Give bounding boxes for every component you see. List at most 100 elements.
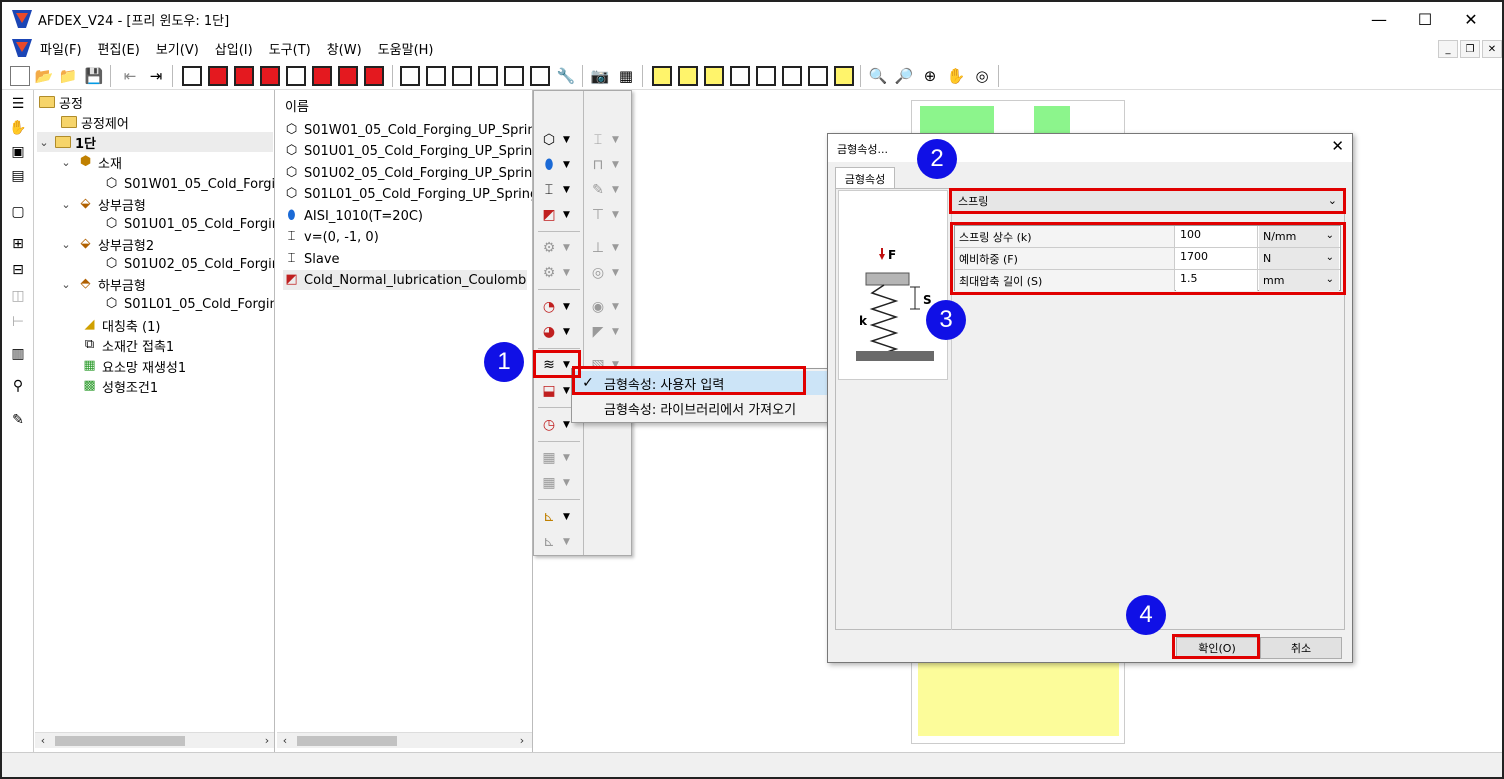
friction-tool-button[interactable]: ◩ ▼: [539, 204, 581, 226]
tree-item-forming-condition[interactable]: ▩ 성형조건1: [81, 376, 158, 396]
material-tool-button[interactable]: ⬮ ▼: [539, 154, 581, 176]
view-cube-4-icon[interactable]: [260, 66, 280, 86]
tree-item-stage-1[interactable]: ⌄ 1단: [37, 132, 273, 152]
rotate-1-icon[interactable]: [400, 66, 420, 86]
tree-item-upper-die[interactable]: ⌄ ⬙ 상부금형: [59, 194, 145, 214]
list-item[interactable]: ⬡ S01U02_05_Cold_Forging_UP_Spring: [283, 163, 532, 183]
chevron-down-icon[interactable]: ⌄: [59, 278, 73, 291]
list-item[interactable]: ⌶ v=(0, -1, 0): [283, 227, 379, 247]
display-icon[interactable]: ▤: [8, 166, 28, 186]
tree-item-lower-die-mesh[interactable]: ⬡ S01L01_05_Cold_Forgin: [103, 294, 274, 314]
layout-2-icon[interactable]: ⊟: [8, 260, 28, 280]
checklist-icon[interactable]: ✎: [8, 410, 28, 430]
tree-item-process-control[interactable]: 공정제어: [61, 112, 129, 132]
view-cube-6-icon[interactable]: [312, 66, 332, 86]
scroll-thumb[interactable]: [297, 736, 397, 746]
boundary-tool-button[interactable]: ⊾ ▼: [539, 506, 581, 528]
tree-item-symmetry[interactable]: ◢ 대칭축 (1): [81, 315, 161, 335]
menu-file[interactable]: 파일(F): [40, 39, 82, 58]
view-cube-5-icon[interactable]: [286, 66, 306, 86]
open-file-icon[interactable]: 📁: [58, 66, 78, 86]
bar-chart-icon[interactable]: ▥: [8, 344, 28, 364]
display-cube-5-icon[interactable]: [756, 66, 776, 86]
camera-icon[interactable]: 📷: [590, 66, 610, 86]
list-item[interactable]: ⬡ S01U01_05_Cold_Forging_UP_Spring: [283, 141, 532, 161]
mdi-minimize-button[interactable]: _: [1438, 40, 1458, 58]
display-cube-2-icon[interactable]: [678, 66, 698, 86]
close-button[interactable]: ✕: [1448, 2, 1494, 36]
rotate-2-icon[interactable]: [426, 66, 446, 86]
menu-insert[interactable]: 삽입(I): [215, 39, 253, 58]
chevron-down-icon[interactable]: ⌄: [59, 238, 73, 251]
tab-die-property[interactable]: 금형속성: [835, 167, 895, 189]
hand-icon[interactable]: ✋: [8, 118, 28, 138]
list-item[interactable]: ⬡ S01W01_05_Cold_Forging_UP_Spring: [283, 120, 532, 140]
scroll-left-icon[interactable]: ‹: [35, 733, 51, 749]
contact-tool-button[interactable]: ◔ ▼: [539, 296, 581, 318]
column-header-name[interactable]: 이름: [285, 96, 309, 115]
menu-item-import-library[interactable]: 금형속성: 라이브러리에서 가져오기: [572, 396, 827, 420]
press-tool-button[interactable]: ⌶ ▼: [539, 179, 581, 201]
scroll-left-icon[interactable]: ‹: [277, 733, 293, 749]
display-cube-6-icon[interactable]: [782, 66, 802, 86]
menu-tools[interactable]: 도구(T): [269, 39, 311, 58]
zoom-out-icon[interactable]: 🔍: [868, 66, 888, 86]
tree-item-upper-die-2-mesh[interactable]: ⬡ S01U02_05_Cold_Forgin: [103, 254, 274, 274]
tree-horizontal-scrollbar[interactable]: ‹ ›: [35, 732, 274, 749]
menu-window[interactable]: 창(W): [327, 39, 362, 58]
rotate-5-icon[interactable]: [504, 66, 524, 86]
tree-view-icon[interactable]: ☰: [8, 94, 28, 114]
rotate-3-icon[interactable]: [452, 66, 472, 86]
minimize-button[interactable]: —: [1356, 2, 1402, 36]
maximize-button[interactable]: ☐: [1402, 2, 1448, 36]
dialog-close-icon[interactable]: ✕: [1331, 137, 1344, 155]
tree-item-process[interactable]: 공정: [39, 92, 83, 112]
list-horizontal-scrollbar[interactable]: ‹ ›: [277, 732, 532, 748]
tree-item-remesh[interactable]: ▦ 요소망 재생성1: [81, 356, 186, 376]
zoom-fit-icon[interactable]: ⊕: [920, 66, 940, 86]
tree-item-contact[interactable]: ⧉ 소재간 접촉1: [81, 335, 174, 355]
menu-edit[interactable]: 편집(E): [98, 39, 140, 58]
rotate-4-icon[interactable]: [478, 66, 498, 86]
zoom-target-icon[interactable]: ◎: [972, 66, 992, 86]
user-icon[interactable]: ⚲: [8, 376, 28, 396]
open-folder-icon[interactable]: 📂: [34, 66, 54, 86]
screen-icon[interactable]: ▢: [8, 202, 28, 222]
scroll-thumb[interactable]: [55, 736, 185, 746]
color-table-icon[interactable]: ▦: [616, 66, 636, 86]
heat-tool-button[interactable]: ◕ ▼: [539, 321, 581, 343]
mdi-restore-button[interactable]: ❐: [1460, 40, 1480, 58]
view-cube-1-icon[interactable]: [182, 66, 202, 86]
menu-view[interactable]: 보기(V): [156, 39, 199, 58]
view-cube-3-icon[interactable]: [234, 66, 254, 86]
display-cube-8-icon[interactable]: [834, 66, 854, 86]
mdi-close-button[interactable]: ✕: [1482, 40, 1502, 58]
list-item[interactable]: ⬮ AISI_1010(T=20C): [283, 206, 423, 226]
tree-item-lower-die[interactable]: ⌄ ⬘ 하부금형: [59, 274, 145, 294]
tree-item-upper-die-mesh[interactable]: ⬡ S01U01_05_Cold_Forgin: [103, 214, 274, 234]
tree-item-workpiece-mesh[interactable]: ⬡ S01W01_05_Cold_Forgi: [103, 174, 274, 194]
layout-1-icon[interactable]: ⊞: [8, 234, 28, 254]
monitor-color-icon[interactable]: ▣: [8, 142, 28, 162]
tree-item-workpiece[interactable]: ⌄ ⬢ 소재: [59, 152, 122, 172]
chevron-down-icon[interactable]: ⌄: [59, 198, 73, 211]
list-item[interactable]: ◩ Cold_Normal_lubrication_Coulomb: [283, 270, 527, 290]
display-cube-1-icon[interactable]: [652, 66, 672, 86]
pan-hand-icon[interactable]: ✋: [946, 66, 966, 86]
list-item[interactable]: ⌶ Slave: [283, 249, 340, 269]
new-file-icon[interactable]: [10, 66, 30, 86]
display-cube-3-icon[interactable]: [704, 66, 724, 86]
view-cube-2-icon[interactable]: [208, 66, 228, 86]
chevron-down-icon[interactable]: ⌄: [37, 136, 51, 149]
scroll-right-icon[interactable]: ›: [259, 733, 274, 749]
scroll-right-icon[interactable]: ›: [514, 733, 530, 749]
workpiece-tool-button[interactable]: ⬡ ▼: [539, 129, 581, 151]
chevron-down-icon[interactable]: ⌄: [59, 156, 73, 169]
display-cube-4-icon[interactable]: [730, 66, 750, 86]
list-item[interactable]: ⬡ S01L01_05_Cold_Forging_UP_Spring: [283, 184, 532, 204]
display-cube-7-icon[interactable]: [808, 66, 828, 86]
import-icon[interactable]: ⇤: [120, 66, 140, 86]
export-icon[interactable]: ⇥: [146, 66, 166, 86]
save-icon[interactable]: 💾: [84, 66, 104, 86]
tree-item-upper-die-2[interactable]: ⌄ ⬙ 상부금형2: [59, 234, 154, 254]
